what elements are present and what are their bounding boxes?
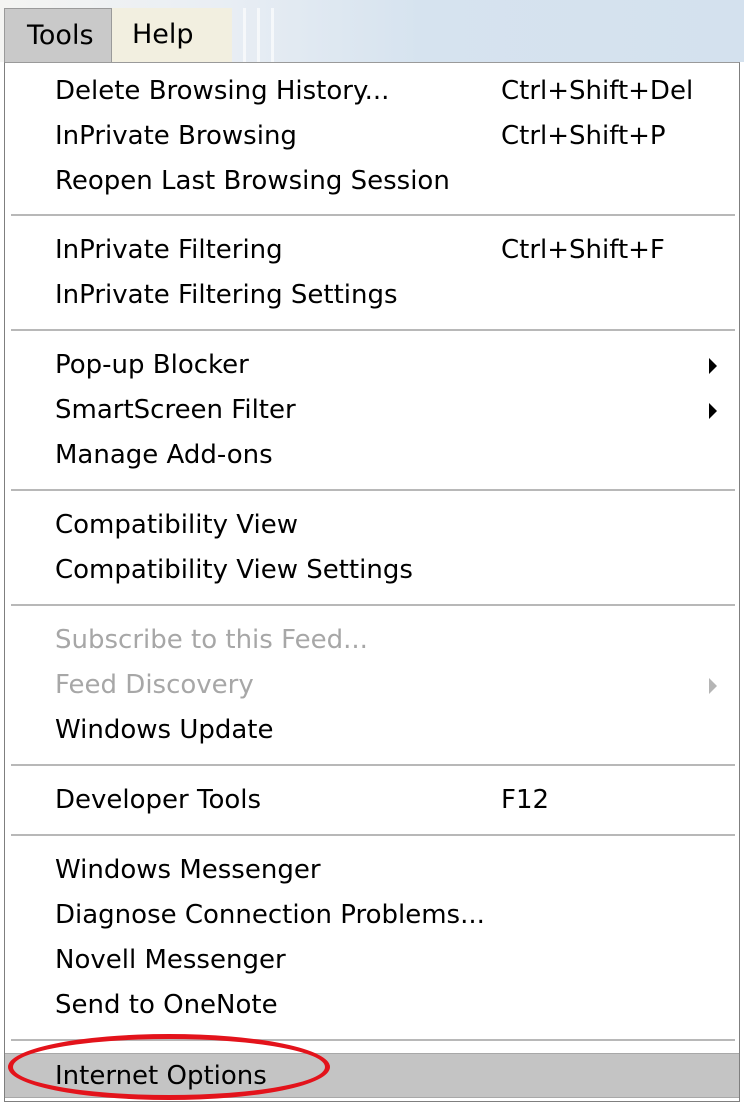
menu-item-diagnose-connection[interactable]: Diagnose Connection Problems... <box>5 893 739 938</box>
menu-item-shortcut: Ctrl+Shift+Del <box>501 76 694 106</box>
menu-item-smartscreen-filter[interactable]: SmartScreen Filter <box>5 388 739 433</box>
menu-item-novell-messenger[interactable]: Novell Messenger <box>5 938 739 983</box>
menu-item-delete-browsing-history[interactable]: Delete Browsing History... Ctrl+Shift+De… <box>5 69 739 114</box>
menu-separator <box>11 764 735 766</box>
menu-item-label: Developer Tools <box>55 785 262 815</box>
menu-item-inprivate-filtering[interactable]: InPrivate Filtering Ctrl+Shift+F <box>5 228 739 273</box>
menu-item-compatibility-view[interactable]: Compatibility View <box>5 503 739 548</box>
menu-item-label: SmartScreen Filter <box>55 395 296 425</box>
menu-item-feed-discovery: Feed Discovery <box>5 663 739 708</box>
menu-item-label: Windows Messenger <box>55 855 321 885</box>
menu-item-label: Pop-up Blocker <box>55 350 249 380</box>
menu-item-shortcut: Ctrl+Shift+F <box>501 235 665 265</box>
menu-item-windows-messenger[interactable]: Windows Messenger <box>5 848 739 893</box>
menu-item-popup-blocker[interactable]: Pop-up Blocker <box>5 343 739 388</box>
menu-item-manage-addons[interactable]: Manage Add-ons <box>5 433 739 478</box>
menu-item-inprivate-browsing[interactable]: InPrivate Browsing Ctrl+Shift+P <box>5 114 739 159</box>
menu-separator <box>11 604 735 606</box>
menu-item-label: Novell Messenger <box>55 945 286 975</box>
menu-item-label: Delete Browsing History... <box>55 76 390 106</box>
menu-item-label: Feed Discovery <box>55 670 254 700</box>
menu-item-shortcut: F12 <box>501 785 550 815</box>
menu-item-label: InPrivate Filtering Settings <box>55 280 398 310</box>
menu-item-label: Manage Add-ons <box>55 440 273 470</box>
menu-item-label: Windows Update <box>55 715 274 745</box>
menu-item-developer-tools[interactable]: Developer Tools F12 <box>5 778 739 823</box>
menu-item-internet-options[interactable]: Internet Options <box>5 1053 739 1098</box>
menu-separator <box>11 214 735 216</box>
submenu-arrow-icon <box>709 403 717 419</box>
menu-item-label: Internet Options <box>55 1061 267 1091</box>
tools-dropdown-menu: Delete Browsing History... Ctrl+Shift+De… <box>4 62 740 1102</box>
menu-item-subscribe-to-feed: Subscribe to this Feed... <box>5 618 739 663</box>
menu-item-label: InPrivate Browsing <box>55 121 297 151</box>
menu-item-label: Reopen Last Browsing Session <box>55 166 450 196</box>
menu-separator <box>11 329 735 331</box>
menu-item-label: Compatibility View <box>55 510 298 540</box>
menu-tools[interactable]: Tools <box>4 8 112 62</box>
menu-item-label: Diagnose Connection Problems... <box>55 900 485 930</box>
menu-item-reopen-last-session[interactable]: Reopen Last Browsing Session <box>5 159 739 204</box>
menu-help[interactable]: Help <box>112 8 232 62</box>
submenu-arrow-icon <box>709 358 717 374</box>
submenu-arrow-icon <box>709 678 717 694</box>
menu-separator <box>11 489 735 491</box>
menu-separator <box>11 834 735 836</box>
menu-item-label: Send to OneNote <box>55 990 278 1020</box>
menu-item-inprivate-filtering-settings[interactable]: InPrivate Filtering Settings <box>5 273 739 318</box>
menu-bar: Tools Help <box>0 0 744 62</box>
menu-separator <box>11 1039 735 1041</box>
menu-item-label: InPrivate Filtering <box>55 235 283 265</box>
menu-item-compatibility-view-settings[interactable]: Compatibility View Settings <box>5 548 739 593</box>
menu-item-windows-update[interactable]: Windows Update <box>5 708 739 753</box>
menu-item-send-to-onenote[interactable]: Send to OneNote <box>5 983 739 1028</box>
menu-item-label: Compatibility View Settings <box>55 555 413 585</box>
menu-item-label: Subscribe to this Feed... <box>55 625 368 655</box>
menu-item-shortcut: Ctrl+Shift+P <box>501 121 666 151</box>
